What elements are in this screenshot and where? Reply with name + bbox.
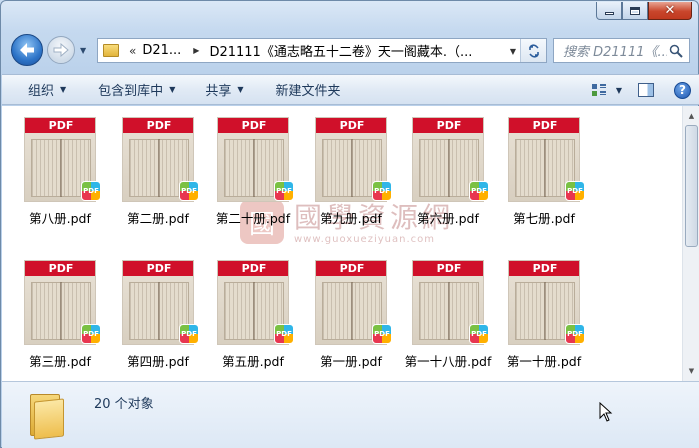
view-icon: [591, 84, 606, 96]
pdf-label: PDF: [532, 119, 558, 132]
file-list: 國 國學資源網 www.guoxueziyuan.com PDF PDF 第八册.p…: [2, 106, 699, 381]
pdf-app-icon: PDF: [81, 181, 101, 201]
refresh-icon: [528, 43, 539, 58]
pdf-app-icon: PDF: [179, 324, 199, 344]
file-item[interactable]: PDF PDF 第九册.pdf: [306, 108, 396, 233]
file-item[interactable]: PDF PDF 第六册.pdf: [403, 108, 493, 233]
pdf-label: PDF: [339, 119, 365, 132]
new-folder-button[interactable]: 新建文件夹: [264, 78, 353, 102]
pdf-label: PDF: [146, 262, 172, 275]
file-name: 第七册.pdf: [513, 211, 575, 226]
pdf-label: PDF: [532, 262, 558, 275]
pdf-label: PDF: [241, 119, 267, 132]
file-item[interactable]: PDF PDF 第七册.pdf: [499, 108, 589, 233]
watermark-url: www.guoxueziyuan.com: [294, 234, 435, 245]
address-dropdown-icon[interactable]: ▼: [510, 47, 516, 56]
folder-icon: [30, 390, 66, 440]
pdf-app-icon: PDF: [469, 181, 489, 201]
organize-menu[interactable]: 组织 ▼: [16, 78, 78, 102]
mouse-cursor-icon: [599, 402, 613, 422]
pdf-label: PDF: [48, 262, 74, 275]
pdf-app-icon: PDF: [372, 324, 392, 344]
file-item[interactable]: PDF PDF 第一册.pdf: [306, 251, 396, 376]
file-item[interactable]: PDF PDF 第一十八册.pdf: [403, 251, 493, 376]
file-item[interactable]: PDF PDF 第二册.pdf: [113, 108, 203, 233]
file-name: 第五册.pdf: [222, 354, 284, 369]
change-view-button[interactable]: [584, 79, 614, 101]
address-bar[interactable]: « D21... ▶ D21111《通志略五十二卷》天一阁藏本.（... ▼: [97, 38, 547, 63]
item-count: 20 个对象: [94, 397, 154, 412]
maximize-button[interactable]: [622, 2, 648, 20]
search-box[interactable]: 搜索 D21111《...: [553, 38, 690, 63]
caption-buttons: ✕: [596, 2, 692, 20]
pdf-label: PDF: [436, 262, 462, 275]
pdf-label: PDF: [436, 119, 462, 132]
arrow-right-icon: [53, 43, 69, 57]
pdf-label: PDF: [241, 262, 267, 275]
share-menu[interactable]: 共享 ▼: [193, 78, 255, 102]
search-icon[interactable]: [669, 44, 683, 58]
pdf-label: PDF: [146, 119, 172, 132]
file-item[interactable]: PDF PDF 第二十册.pdf: [208, 108, 298, 233]
toolbar-right: ▼ ?: [584, 79, 691, 101]
pdf-app-icon: PDF: [469, 324, 489, 344]
file-item[interactable]: PDF PDF 第一十册.pdf: [499, 251, 589, 376]
close-button[interactable]: ✕: [648, 2, 692, 20]
pdf-app-icon: PDF: [274, 324, 294, 344]
forward-button[interactable]: [47, 36, 75, 64]
minimize-button[interactable]: [596, 2, 622, 20]
pdf-label: PDF: [48, 119, 74, 132]
pdf-app-icon: PDF: [179, 181, 199, 201]
scroll-up-icon[interactable]: ▲: [684, 108, 699, 124]
pdf-app-icon: PDF: [274, 181, 294, 201]
file-item[interactable]: PDF PDF 第八册.pdf: [15, 108, 105, 233]
include-in-library-menu[interactable]: 包含到库中 ▼: [86, 78, 187, 102]
pdf-app-icon: PDF: [81, 324, 101, 344]
chevron-down-icon: ▼: [169, 85, 176, 94]
file-item[interactable]: PDF PDF 第五册.pdf: [208, 251, 298, 376]
pdf-label: PDF: [339, 262, 365, 275]
pdf-app-icon: PDF: [565, 181, 585, 201]
address-overflow-chevron[interactable]: «: [129, 44, 136, 58]
details-pane: 20 个对象: [2, 381, 699, 448]
preview-pane-icon[interactable]: [638, 83, 654, 97]
maximize-icon: [630, 6, 640, 15]
view-options-dropdown-icon[interactable]: ▼: [616, 86, 622, 95]
scrollbar-thumb[interactable]: [685, 125, 698, 247]
breadcrumb-arrow-icon[interactable]: ▶: [193, 46, 199, 55]
command-bar: 组织 ▼ 包含到库中 ▼ 共享 ▼ 新建文件夹 ▼ ?: [2, 74, 699, 105]
arrow-left-icon: [20, 43, 34, 57]
folder-icon: [103, 44, 119, 57]
help-icon[interactable]: ?: [674, 81, 691, 99]
file-name: 第八册.pdf: [29, 211, 91, 226]
chevron-down-icon: ▼: [237, 85, 244, 94]
navigation-bar: ▼ « D21... ▶ D21111《通志略五十二卷》天一阁藏本.（... ▼…: [1, 33, 699, 69]
search-input[interactable]: 搜索 D21111《...: [563, 41, 667, 60]
share-label: 共享: [205, 84, 232, 99]
chevron-down-icon: ▼: [60, 85, 67, 94]
minimize-icon: [604, 12, 614, 15]
explorer-window: ✕ ▼ « D21... ▶ D21111《通志略五十二卷》天一阁藏本.（...…: [0, 0, 699, 448]
vertical-scrollbar[interactable]: ▲ ▼: [682, 106, 699, 381]
file-name: 第二十册.pdf: [215, 211, 291, 226]
pdf-app-icon: PDF: [372, 181, 392, 201]
file-name: 第一十册.pdf: [506, 354, 582, 369]
file-name: 第三册.pdf: [29, 354, 91, 369]
close-icon: ✕: [664, 3, 676, 18]
include-in-library-label: 包含到库中: [98, 84, 164, 99]
refresh-button[interactable]: [520, 39, 546, 62]
recent-pages-dropdown[interactable]: ▼: [80, 47, 90, 55]
pdf-app-icon: PDF: [565, 324, 585, 344]
file-item[interactable]: PDF PDF 第三册.pdf: [15, 251, 105, 376]
new-folder-label: 新建文件夹: [275, 84, 341, 99]
organize-label: 组织: [28, 84, 55, 99]
scroll-down-icon[interactable]: ▼: [684, 363, 699, 379]
file-item[interactable]: PDF PDF 第四册.pdf: [113, 251, 203, 376]
address-segment-parent[interactable]: D21...: [142, 43, 181, 58]
back-button[interactable]: [11, 34, 43, 66]
address-segment-current[interactable]: D21111《通志略五十二卷》天一阁藏本.（...: [209, 41, 472, 60]
